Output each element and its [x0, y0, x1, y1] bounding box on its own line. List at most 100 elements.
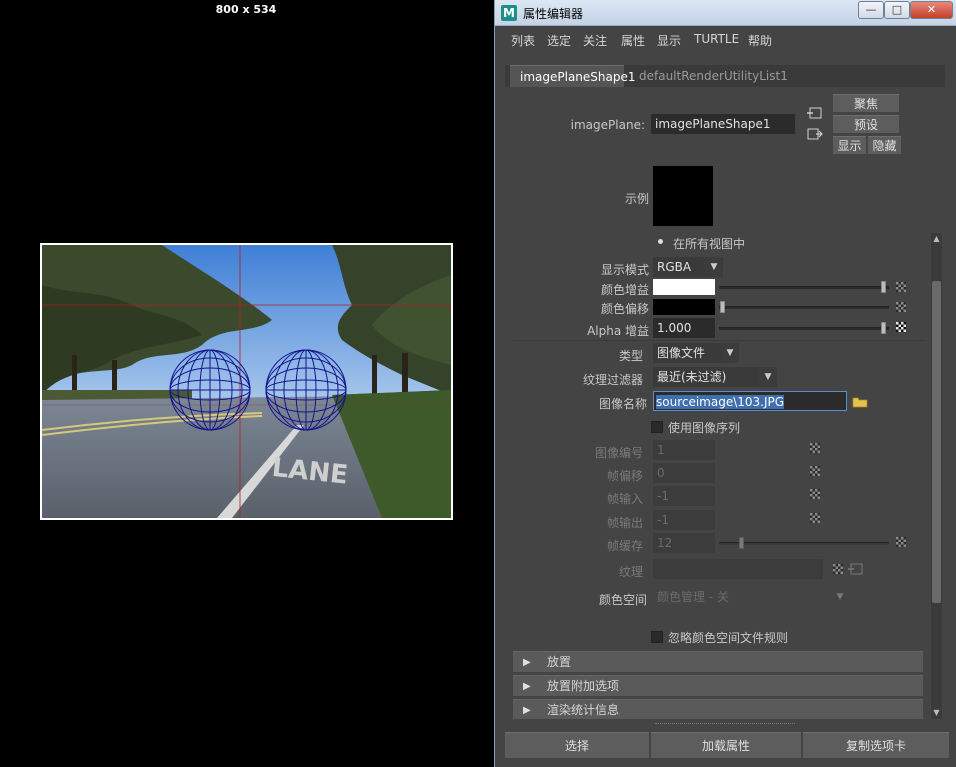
color-offset-label: 颜色偏移	[600, 302, 649, 316]
hide-button[interactable]: 隐藏	[868, 136, 901, 154]
node-name-field[interactable]: imagePlaneShape1	[651, 114, 795, 134]
wireframe-sphere-left	[169, 349, 251, 431]
image-plane-photo[interactable]: LANE	[40, 243, 453, 520]
sample-swatch	[653, 166, 713, 226]
texture-label: 纹理	[618, 565, 643, 579]
section-placement-extras[interactable]: ▶ 放置附加选项	[513, 675, 923, 696]
panel-splitter[interactable]	[655, 723, 795, 726]
node-tabs: imagePlaneShape1 defaultRenderUtilityLis…	[505, 65, 945, 87]
alpha-gain-field[interactable]: 1.000	[653, 318, 715, 338]
map-button-icon[interactable]	[896, 537, 906, 547]
attribute-list: 在所有视图中 显示模式 RGBA ▼ 颜色增益 颜色偏移 Alpha 增益 1.…	[513, 233, 925, 719]
wireframe-sphere-right	[265, 349, 347, 431]
section-render-stats[interactable]: ▶ 渲染统计信息	[513, 699, 923, 719]
section-placement-label: 放置	[547, 655, 572, 669]
select-button[interactable]: 选择	[505, 732, 649, 758]
scroll-down-icon[interactable]: ▼	[931, 708, 942, 718]
section-placement[interactable]: ▶ 放置	[513, 651, 923, 672]
input-connection-icon[interactable]	[848, 562, 864, 576]
radio-dot-icon[interactable]	[658, 239, 663, 244]
focus-button[interactable]: 聚焦	[833, 94, 899, 112]
alpha-gain-slider-handle[interactable]	[881, 322, 886, 334]
alpha-gain-slider[interactable]	[719, 327, 889, 330]
scroll-up-icon[interactable]: ▲	[931, 234, 942, 244]
tab-image-plane-shape[interactable]: imagePlaneShape1	[510, 65, 636, 87]
chevron-down-icon[interactable]: ▼	[705, 257, 723, 277]
bottom-button-bar: 选择 加载属性 复制选项卡	[503, 732, 949, 758]
image-name-field[interactable]: sourceimage\103.JPG	[653, 391, 847, 411]
menu-help[interactable]: 帮助	[748, 32, 772, 49]
load-attributes-button[interactable]: 加载属性	[651, 732, 801, 758]
ignore-color-space-checkbox[interactable]	[651, 631, 663, 643]
ignore-color-space-label[interactable]: 忽略颜色空间文件规则	[668, 629, 788, 646]
display-mode-label: 显示模式	[600, 263, 649, 277]
image-number-field[interactable]: 1	[653, 440, 715, 460]
frame-in-label: 帧输入	[606, 492, 643, 506]
frame-cache-slider-handle[interactable]	[739, 537, 744, 549]
vertical-scrollbar[interactable]: ▲ ▼	[931, 233, 942, 719]
map-button-icon[interactable]	[810, 443, 820, 453]
color-offset-slider[interactable]	[719, 306, 889, 309]
menu-selected[interactable]: 选定	[547, 32, 571, 49]
map-button-icon[interactable]	[810, 489, 820, 499]
color-gain-swatch[interactable]	[653, 279, 715, 295]
image-number-label: 图像编号	[594, 446, 643, 460]
chevron-down-icon[interactable]: ▼	[831, 587, 849, 607]
frame-cache-slider[interactable]	[719, 542, 889, 545]
road-photo: LANE	[42, 245, 451, 518]
frame-out-field[interactable]: -1	[653, 510, 715, 530]
display-mode-select[interactable]: RGBA	[653, 257, 705, 277]
map-button-icon[interactable]	[833, 564, 843, 574]
viewport-panel[interactable]: 800 x 534 LANE	[0, 0, 494, 767]
menu-attributes[interactable]: 属性	[621, 32, 645, 49]
tab-render-utility-list[interactable]: defaultRenderUtilityList1	[629, 65, 798, 87]
menu-show[interactable]: 显示	[657, 32, 681, 49]
scroll-thumb[interactable]	[932, 281, 941, 603]
chevron-down-icon[interactable]: ▼	[759, 367, 777, 387]
type-select[interactable]: 图像文件	[653, 343, 721, 363]
folder-icon[interactable]	[852, 396, 868, 408]
maximize-button[interactable]: □	[884, 1, 910, 19]
menu-bar: 列表 选定 关注 属性 显示 TURTLE 帮助	[495, 28, 956, 52]
texture-field[interactable]	[653, 559, 823, 579]
texture-filter-select[interactable]: 最近(未过滤)	[653, 367, 759, 387]
presets-button[interactable]: 预设	[833, 115, 899, 133]
copy-tab-button[interactable]: 复制选项卡	[803, 732, 949, 758]
color-gain-slider[interactable]	[719, 286, 889, 289]
color-offset-swatch[interactable]	[653, 299, 715, 315]
frame-cache-field[interactable]: 12	[653, 533, 715, 553]
minimize-button[interactable]: —	[858, 1, 884, 19]
show-button[interactable]: 显示	[833, 136, 866, 154]
menu-focus[interactable]: 关注	[583, 32, 607, 49]
map-button-icon[interactable]	[810, 513, 820, 523]
section-placement-extras-label: 放置附加选项	[547, 679, 620, 693]
chevron-down-icon[interactable]: ▼	[721, 343, 739, 363]
map-button-icon[interactable]	[896, 282, 906, 292]
maya-app-icon: M	[501, 5, 517, 21]
close-button[interactable]: ✕	[910, 1, 953, 19]
frame-out-label: 帧输出	[606, 516, 643, 530]
resolution-label: 800 x 534	[215, 3, 277, 16]
use-sequence-label[interactable]: 使用图像序列	[668, 419, 740, 436]
section-render-stats-label: 渲染统计信息	[547, 703, 620, 717]
input-connection-icon[interactable]	[807, 106, 823, 120]
frame-offset-field[interactable]: 0	[653, 463, 715, 483]
menu-list[interactable]: 列表	[511, 32, 535, 49]
color-space-select[interactable]: 颜色管理 - 关	[653, 587, 829, 607]
use-sequence-checkbox[interactable]	[651, 421, 663, 433]
color-gain-slider-handle[interactable]	[881, 281, 886, 293]
map-button-icon[interactable]	[896, 302, 906, 312]
map-button-icon[interactable]	[896, 322, 906, 332]
image-name-value: sourceimage\103.JPG	[656, 395, 785, 409]
frame-offset-label: 帧偏移	[606, 469, 643, 483]
frame-in-field[interactable]: -1	[653, 486, 715, 506]
all-views-option[interactable]: 在所有视图中	[673, 235, 745, 252]
color-gain-label: 颜色增益	[600, 283, 649, 297]
menu-turtle[interactable]: TURTLE	[694, 32, 739, 46]
color-offset-slider-handle[interactable]	[720, 301, 725, 313]
map-button-icon[interactable]	[810, 466, 820, 476]
triangle-right-icon: ▶	[523, 705, 531, 716]
title-bar[interactable]: M 属性编辑器 — □ ✕	[495, 0, 956, 26]
output-connection-icon[interactable]	[807, 127, 823, 141]
window-title: 属性编辑器	[523, 7, 584, 21]
